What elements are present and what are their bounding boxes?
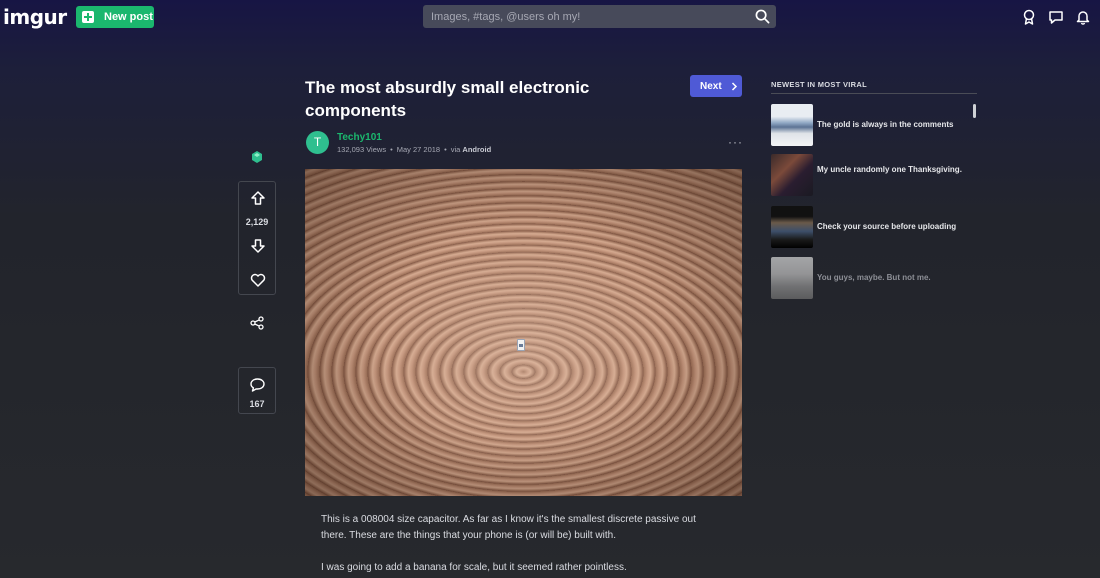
- bell-icon[interactable]: [1075, 9, 1091, 25]
- search-icon[interactable]: [755, 9, 770, 24]
- author-avatar[interactable]: T: [306, 131, 329, 154]
- search-bar[interactable]: [423, 5, 776, 28]
- emerald-icon: [252, 151, 262, 163]
- sidebar-item-label: The gold is always in the comments: [817, 120, 954, 129]
- chevron-right-icon: [731, 81, 737, 91]
- chat-icon[interactable]: [1048, 9, 1064, 25]
- vote-panel: 2,129: [238, 181, 276, 295]
- more-options-button[interactable]: ···: [728, 135, 743, 149]
- new-post-label: New post: [104, 11, 153, 23]
- sidebar-item-label: Check your source before uploading: [817, 222, 957, 231]
- description-paragraph: I was going to add a banana for scale, b…: [321, 562, 627, 573]
- top-bar: imgur New post: [0, 0, 1100, 34]
- sidebar-item-uncle[interactable]: My uncle randomly one Thanksgiving.: [771, 154, 971, 196]
- share-icon[interactable]: [250, 316, 264, 330]
- capacitor-chip: [517, 339, 525, 351]
- trophy-icon[interactable]: [1021, 9, 1037, 25]
- search-input[interactable]: [423, 5, 743, 28]
- downvote-icon[interactable]: [250, 238, 266, 254]
- favorite-heart-icon[interactable]: [250, 272, 266, 288]
- post-title: The most absurdly small electronic compo…: [305, 78, 590, 120]
- sidebar-scrollbar[interactable]: [973, 104, 976, 118]
- sidebar-item-label: You guys, maybe. But not me.: [817, 273, 931, 282]
- comment-icon: [250, 378, 265, 392]
- vote-count: 2,129: [245, 217, 269, 227]
- sidebar-item-you-guys[interactable]: You guys, maybe. But not me.: [771, 257, 971, 299]
- imgur-logo[interactable]: imgur: [3, 5, 67, 29]
- thumbnail: [771, 206, 813, 248]
- thumbnail: [771, 154, 813, 196]
- sidebar-item-gold[interactable]: The gold is always in the comments: [771, 104, 971, 146]
- sidebar-divider: [771, 93, 977, 94]
- comment-count: 167: [249, 399, 265, 409]
- plus-icon: [82, 11, 94, 23]
- upvote-icon[interactable]: [250, 190, 266, 206]
- thumbnail: [771, 257, 813, 299]
- post-description: This is a 008004 size capacitor. As far …: [321, 512, 721, 578]
- via-prefix: via: [450, 145, 461, 154]
- post-meta: 132,093 Views • May 27 2018 • via Android: [337, 145, 492, 154]
- view-count: 132,093 Views: [337, 145, 387, 154]
- comments-button[interactable]: 167: [238, 367, 276, 414]
- next-label: Next: [700, 80, 722, 92]
- sidebar-item-label: My uncle randomly one Thanksgiving.: [817, 165, 962, 174]
- sidebar-heading: NEWEST IN MOST VIRAL: [771, 80, 867, 89]
- post-date: May 27 2018: [396, 145, 441, 154]
- thumbnail: [771, 104, 813, 146]
- post-image[interactable]: [305, 169, 742, 496]
- author-name[interactable]: Techy101: [337, 132, 382, 143]
- description-paragraph: This is a 008004 size capacitor. As far …: [321, 514, 696, 541]
- via-platform: Android: [462, 145, 492, 154]
- new-post-button[interactable]: New post: [76, 6, 154, 28]
- next-post-button[interactable]: Next: [690, 75, 742, 97]
- sidebar-item-source[interactable]: Check your source before uploading: [771, 206, 971, 248]
